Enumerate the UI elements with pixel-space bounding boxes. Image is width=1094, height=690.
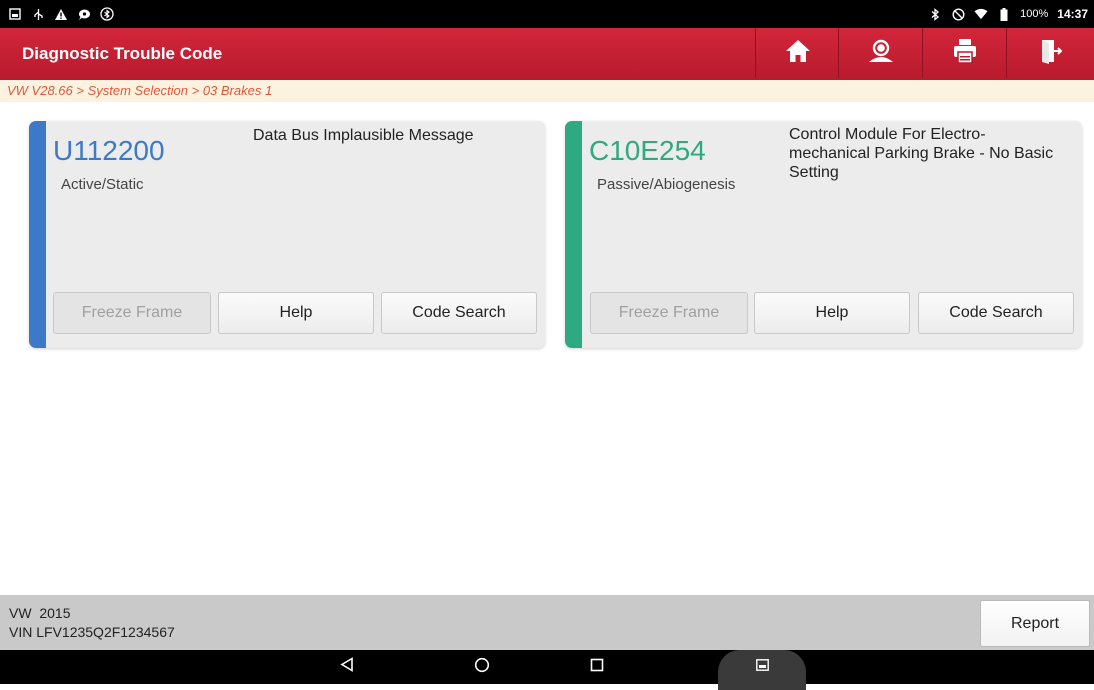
bluetooth-circle-icon	[100, 7, 114, 21]
code-search-button[interactable]: Code Search	[918, 292, 1074, 334]
chat-icon	[77, 7, 91, 21]
vehicle-vin: VIN LFV1235Q2F1234567	[9, 624, 175, 640]
print-icon	[953, 38, 977, 69]
report-button[interactable]: Report	[980, 600, 1090, 647]
battery-percentage: 100%	[1020, 8, 1049, 20]
dtc-card: U112200 Active/Static Data Bus Implausib…	[29, 121, 545, 348]
page-title: Diagnostic Trouble Code	[22, 44, 223, 63]
screenshot-icon	[755, 658, 769, 676]
battery-icon	[997, 7, 1011, 21]
usb-icon	[31, 7, 45, 21]
exit-button[interactable]	[1006, 28, 1094, 78]
dtc-code: U112200	[53, 135, 165, 166]
do-not-disturb-icon	[951, 7, 965, 21]
vehicle-info-footer: VW 2015 VIN LFV1235Q2F1234567 Report	[0, 595, 1094, 650]
dtc-status-stripe	[565, 121, 582, 348]
help-button[interactable]: Help	[754, 292, 910, 334]
exit-icon	[1040, 38, 1063, 69]
status-bar: 100% 14:37	[0, 0, 1094, 28]
back-button[interactable]	[327, 650, 367, 684]
freeze-frame-button[interactable]: Freeze Frame	[590, 292, 748, 334]
breadcrumb: VW V28.66 > System Selection > 03 Brakes…	[0, 80, 1094, 102]
remote-support-button[interactable]	[838, 28, 922, 78]
dtc-status: Active/Static	[61, 176, 144, 193]
recents-button[interactable]	[577, 650, 617, 684]
dtc-code: C10E254	[589, 135, 706, 166]
dtc-status-stripe	[29, 121, 46, 348]
print-button[interactable]	[922, 28, 1006, 78]
vehicle-make-year: VW 2015	[9, 605, 71, 621]
dtc-status: Passive/Abiogenesis	[597, 176, 736, 193]
back-icon	[340, 657, 354, 677]
support-icon	[867, 38, 895, 69]
home-icon	[785, 39, 811, 68]
home-nav-button[interactable]	[462, 650, 502, 684]
title-bar: Diagnostic Trouble Code	[0, 28, 1094, 80]
vehicle-info: VW 2015 VIN LFV1235Q2F1234567	[9, 604, 175, 642]
clock: 14:37	[1057, 7, 1088, 21]
home-button[interactable]	[755, 28, 839, 78]
freeze-frame-button[interactable]: Freeze Frame	[53, 292, 211, 334]
wifi-icon	[974, 7, 988, 21]
dtc-card: C10E254 Passive/Abiogenesis Control Modu…	[565, 121, 1082, 348]
code-search-button[interactable]: Code Search	[381, 292, 537, 334]
help-button[interactable]: Help	[218, 292, 374, 334]
bluetooth-icon	[928, 7, 942, 21]
screenshot-button[interactable]	[718, 650, 806, 690]
home-circle-icon	[474, 657, 490, 678]
warning-icon	[54, 7, 68, 21]
system-nav-bar	[0, 650, 1094, 690]
dtc-description: Control Module For Electro-mechanical Pa…	[789, 126, 1054, 181]
notification-icon	[8, 7, 22, 21]
dtc-description: Data Bus Implausible Message	[253, 127, 474, 144]
recents-icon	[590, 658, 604, 677]
